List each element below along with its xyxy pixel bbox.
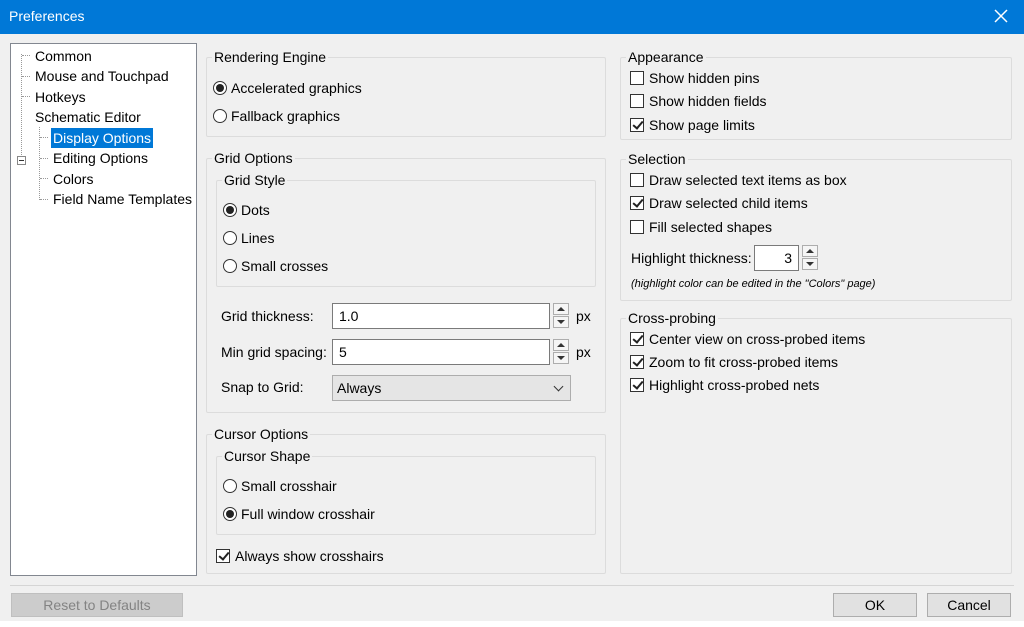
checkbox-empty-icon [630, 94, 644, 108]
checkbox-show-hidden-fields[interactable]: Show hidden fields [630, 91, 767, 111]
radio-empty-icon [223, 259, 237, 273]
spin-down-icon[interactable] [802, 258, 818, 270]
checkmark-icon [216, 549, 230, 563]
highlight-thickness-spinner[interactable] [802, 245, 818, 271]
radio-empty-icon [223, 479, 237, 493]
highlight-thickness-label: Highlight thickness: [631, 250, 752, 266]
radio-empty-icon [223, 231, 237, 245]
radio-selected-icon [213, 81, 227, 95]
checkbox-empty-icon [630, 220, 644, 234]
background-window-strip [0, 621, 1024, 627]
radio-fallback-graphics[interactable]: Fallback graphics [213, 106, 340, 126]
tree-item-editing-options[interactable]: Editing Options [51, 148, 150, 168]
spin-up-icon[interactable] [802, 245, 818, 257]
reset-to-defaults-button[interactable]: Reset to Defaults [11, 593, 183, 617]
radio-small-crosshair[interactable]: Small crosshair [223, 476, 337, 496]
spin-up-icon[interactable] [553, 303, 569, 315]
checkbox-zoom-to-fit[interactable]: Zoom to fit cross-probed items [630, 352, 838, 372]
grid-thickness-unit: px [576, 308, 591, 324]
grid-spacing-spinner[interactable] [553, 339, 569, 365]
radio-full-window-crosshair[interactable]: Full window crosshair [223, 504, 375, 524]
radio-empty-icon [213, 109, 227, 123]
tree-item-mouse-touchpad[interactable]: Mouse and Touchpad [33, 66, 171, 86]
checkbox-fill-selected-shapes[interactable]: Fill selected shapes [630, 217, 772, 237]
checkmark-icon [630, 196, 644, 210]
window-title: Preferences [9, 8, 85, 24]
tree-item-common[interactable]: Common [33, 46, 94, 66]
snap-to-grid-select[interactable]: Always [332, 375, 571, 401]
grid-thickness-input[interactable]: 1.0 [332, 303, 550, 329]
appearance-title: Appearance [626, 49, 706, 65]
title-bar: Preferences [0, 0, 1024, 34]
close-icon[interactable] [992, 7, 1010, 25]
snap-to-grid-label: Snap to Grid: [221, 379, 304, 395]
rendering-engine-title: Rendering Engine [212, 49, 329, 65]
tree-item-hotkeys[interactable]: Hotkeys [33, 87, 88, 107]
spin-down-icon[interactable] [553, 352, 569, 364]
grid-spacing-input[interactable]: 5 [332, 339, 550, 365]
checkbox-empty-icon [630, 173, 644, 187]
checkbox-always-show-crosshairs[interactable]: Always show crosshairs [216, 546, 384, 566]
radio-grid-lines[interactable]: Lines [223, 228, 274, 248]
footer-separator [10, 585, 1014, 586]
checkbox-center-view[interactable]: Center view on cross-probed items [630, 329, 865, 349]
ok-button[interactable]: OK [833, 593, 917, 617]
checkmark-icon [630, 378, 644, 392]
checkbox-show-hidden-pins[interactable]: Show hidden pins [630, 68, 760, 88]
spin-down-icon[interactable] [553, 316, 569, 328]
checkmark-icon [630, 332, 644, 346]
radio-accelerated-graphics[interactable]: Accelerated graphics [213, 78, 362, 98]
tree-item-schematic-editor[interactable]: Schematic Editor [33, 107, 143, 127]
tree-item-colors[interactable]: Colors [51, 169, 95, 189]
cursor-options-title: Cursor Options [212, 426, 311, 442]
grid-thickness-spinner[interactable] [553, 303, 569, 329]
checkmark-icon [630, 118, 644, 132]
preferences-tree[interactable]: Common Mouse and Touchpad Hotkeys Schema… [10, 43, 197, 576]
checkbox-empty-icon [630, 71, 644, 85]
cross-probing-title: Cross-probing [626, 310, 718, 326]
checkbox-highlight-nets[interactable]: Highlight cross-probed nets [630, 375, 819, 395]
highlight-hint: (highlight color can be edited in the "C… [631, 278, 876, 290]
grid-style-title: Grid Style [222, 172, 288, 188]
radio-selected-icon [223, 507, 237, 521]
spin-up-icon[interactable] [553, 339, 569, 351]
grid-options-title: Grid Options [212, 150, 295, 166]
chevron-down-icon [553, 381, 564, 392]
cursor-shape-title: Cursor Shape [222, 448, 313, 464]
radio-grid-dots[interactable]: Dots [223, 200, 270, 220]
cancel-button[interactable]: Cancel [927, 593, 1011, 617]
grid-spacing-label: Min grid spacing: [221, 344, 327, 360]
checkbox-draw-text-as-box[interactable]: Draw selected text items as box [630, 170, 847, 190]
radio-selected-icon [223, 203, 237, 217]
selection-title: Selection [626, 151, 688, 167]
checkbox-show-page-limits[interactable]: Show page limits [630, 115, 755, 135]
highlight-thickness-input[interactable]: 3 [754, 245, 799, 271]
checkmark-icon [630, 355, 644, 369]
tree-item-field-name-templates[interactable]: Field Name Templates [51, 189, 194, 209]
radio-grid-small-crosses[interactable]: Small crosses [223, 256, 328, 276]
tree-item-display-options[interactable]: Display Options [51, 128, 154, 148]
grid-spacing-unit: px [576, 344, 591, 360]
grid-thickness-label: Grid thickness: [221, 308, 314, 324]
checkbox-draw-child-items[interactable]: Draw selected child items [630, 193, 808, 213]
collapse-icon[interactable] [17, 156, 26, 165]
